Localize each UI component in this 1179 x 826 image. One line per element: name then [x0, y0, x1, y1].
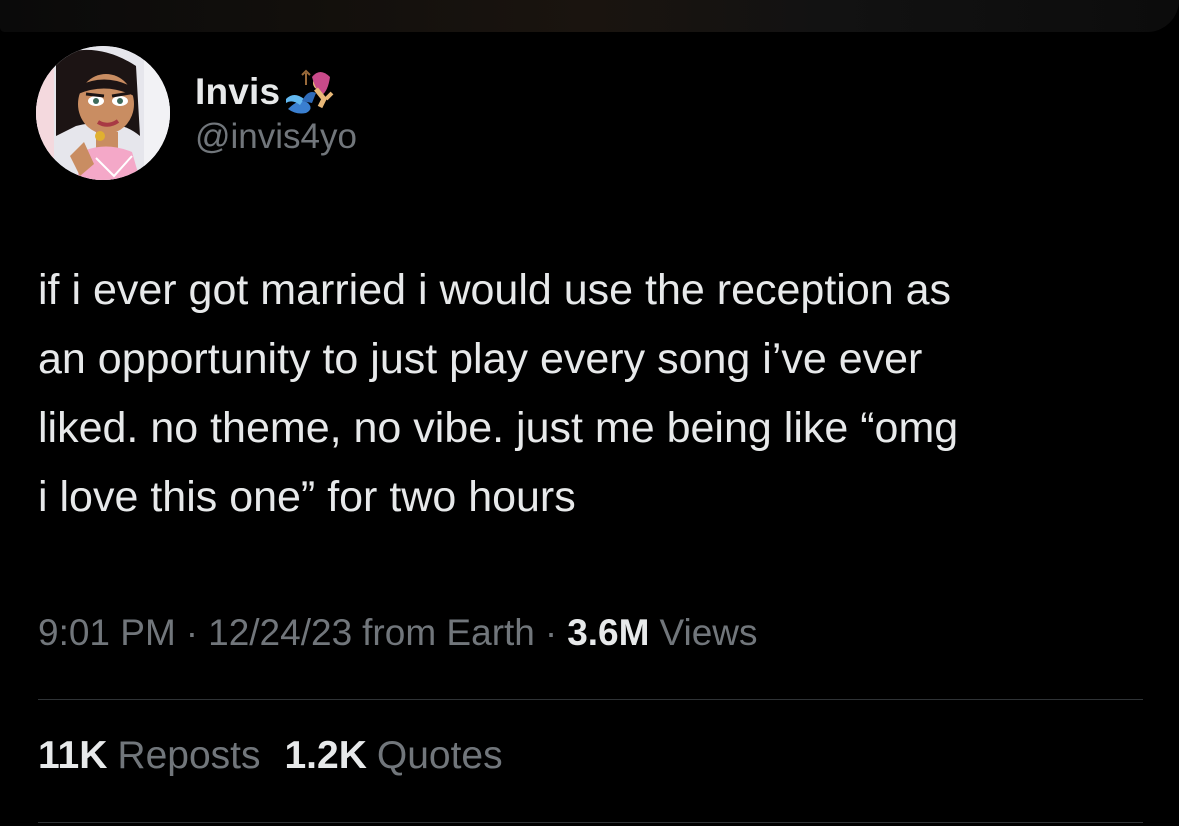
tweet-text: if i ever got married i would use the re…: [38, 266, 959, 521]
quotes-count: 1.2K: [284, 734, 367, 777]
avatar[interactable]: [36, 46, 170, 180]
views-count[interactable]: 3.6M: [567, 612, 649, 654]
merperson-emoji-icon: [286, 69, 334, 114]
views-label[interactable]: Views: [659, 612, 757, 654]
tweet-source: from Earth: [362, 612, 535, 653]
meta-separator-2: ·: [544, 612, 558, 653]
author-handle[interactable]: @invis4yo: [195, 117, 357, 157]
tweet-stats: 11K Reposts 1.2K Quotes: [38, 734, 503, 778]
divider-bottom: [38, 822, 1143, 823]
divider: [38, 699, 1143, 700]
meta-separator: ·: [185, 612, 199, 653]
quotes-label: Quotes: [376, 734, 503, 777]
reposts-count: 11K: [38, 734, 108, 777]
reposts-label: Reposts: [117, 734, 261, 777]
quotes-stat[interactable]: 1.2K Quotes: [284, 734, 502, 778]
display-name-row[interactable]: Invis: [195, 69, 357, 115]
reposts-stat[interactable]: 11K Reposts: [38, 734, 260, 778]
top-edge-bar: [0, 0, 1179, 32]
display-name[interactable]: Invis: [195, 71, 280, 113]
author-names: Invis @invis4yo: [195, 69, 357, 157]
tweet-date[interactable]: 12/24/23: [208, 612, 352, 654]
tweet-meta: 9:01 PM · 12/24/23 from Earth · 3.6M Vie…: [38, 612, 758, 654]
avatar-image: [36, 46, 170, 180]
tweet-time[interactable]: 9:01 PM: [38, 612, 176, 654]
tweet-header: Invis @invis4yo: [36, 46, 357, 180]
